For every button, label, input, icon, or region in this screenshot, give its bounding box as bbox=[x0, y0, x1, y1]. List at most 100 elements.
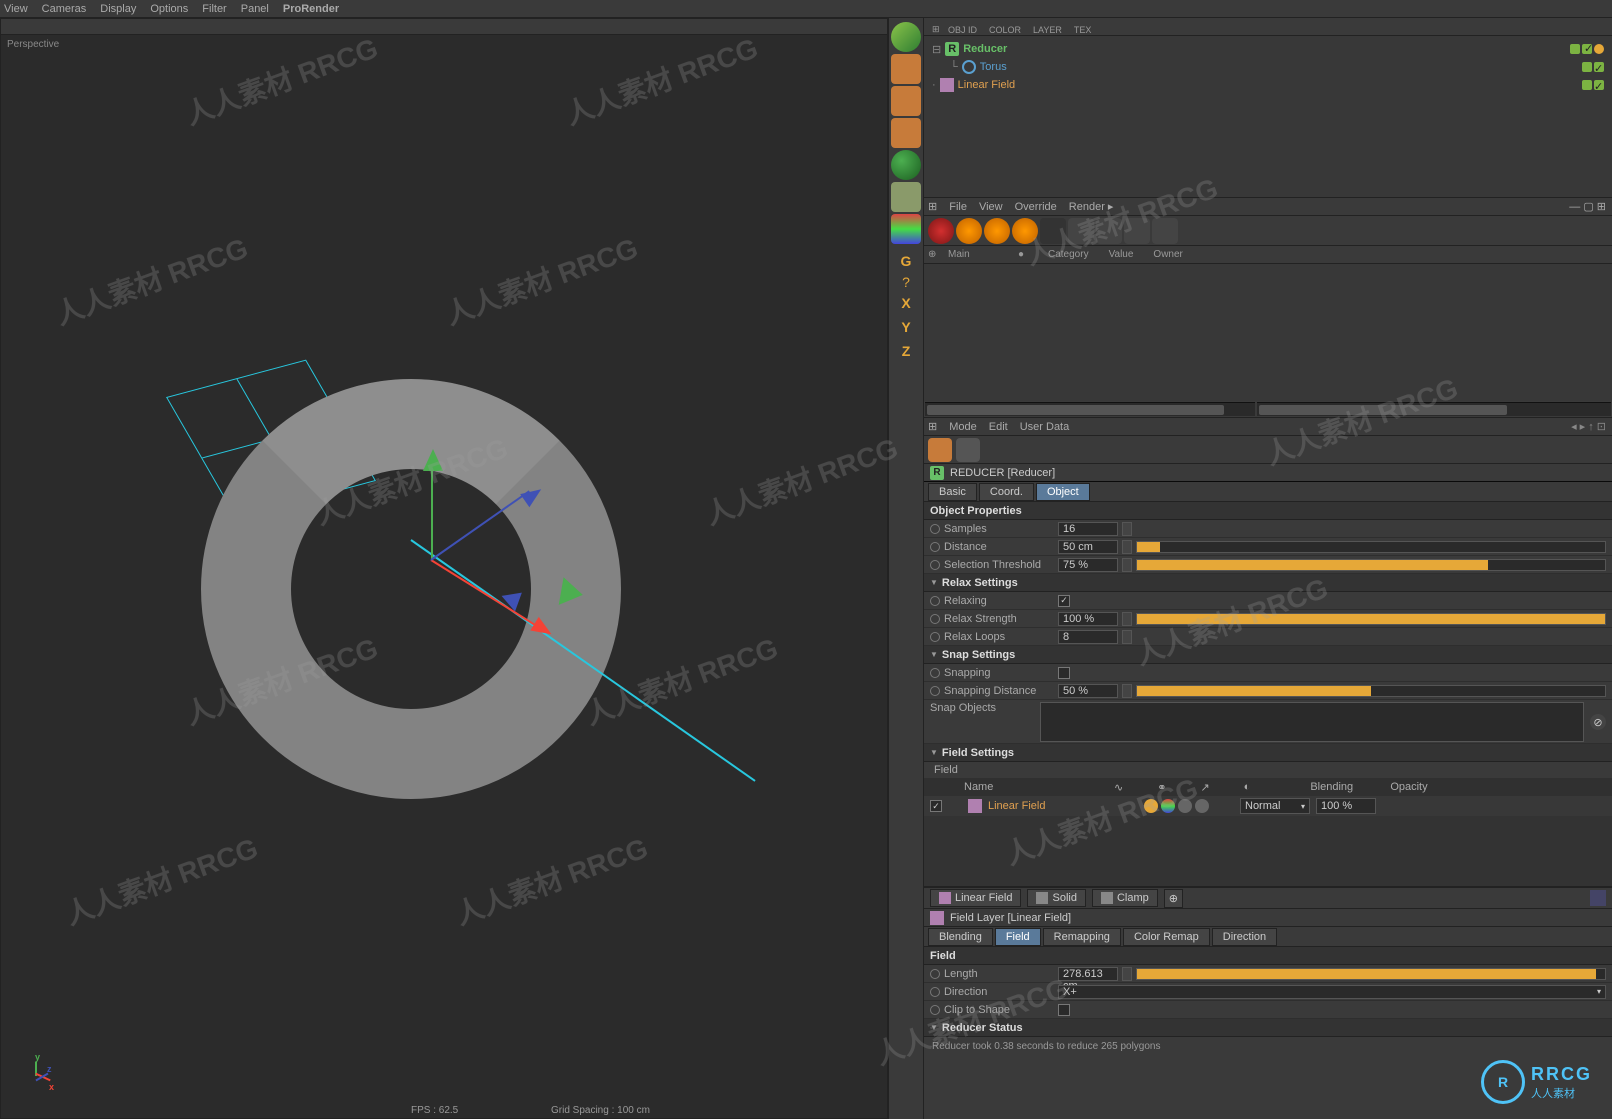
menu-override[interactable]: Override bbox=[1015, 201, 1057, 213]
anim-bullet[interactable] bbox=[930, 1005, 940, 1015]
section-relax[interactable]: Relax Settings bbox=[924, 574, 1612, 592]
menu-file[interactable]: File bbox=[949, 201, 967, 213]
relaxstrength-slider[interactable] bbox=[1136, 613, 1606, 625]
anim-bullet[interactable] bbox=[930, 614, 940, 624]
menu-panel[interactable]: Panel bbox=[241, 3, 269, 15]
anim-bullet[interactable] bbox=[930, 524, 940, 534]
take-clapper-icon[interactable] bbox=[1040, 218, 1066, 244]
take-new-icon[interactable] bbox=[928, 218, 954, 244]
tab-basic[interactable]: Basic bbox=[928, 483, 977, 501]
menu-view[interactable]: View bbox=[979, 201, 1003, 213]
attribute-toolbar[interactable] bbox=[924, 436, 1612, 464]
snap-objects-clear[interactable]: ⊘ bbox=[1590, 714, 1606, 730]
take-scroll-right[interactable] bbox=[1257, 402, 1611, 416]
distance-input[interactable]: 50 cm bbox=[1058, 540, 1118, 554]
field-table-empty[interactable] bbox=[924, 816, 1612, 886]
ftab-field[interactable]: Field bbox=[995, 928, 1041, 946]
tool-spline[interactable] bbox=[891, 86, 921, 116]
snap-objects-dropzone[interactable] bbox=[1040, 702, 1584, 742]
tool-generator[interactable] bbox=[891, 118, 921, 148]
distance-slider[interactable] bbox=[1136, 541, 1606, 553]
samples-input[interactable]: 16 bbox=[1058, 522, 1118, 536]
menu-options[interactable]: Options bbox=[150, 3, 188, 15]
anim-bullet[interactable] bbox=[930, 596, 940, 606]
gizmo-y-arrow[interactable] bbox=[423, 449, 443, 471]
take-btn-8[interactable] bbox=[1124, 218, 1150, 244]
anim-bullet[interactable] bbox=[930, 632, 940, 642]
take-scroll-left[interactable] bbox=[925, 402, 1255, 416]
snapdist-spinner[interactable] bbox=[1122, 684, 1132, 698]
take-btn-9[interactable] bbox=[1152, 218, 1178, 244]
anim-bullet[interactable] bbox=[930, 542, 940, 552]
field-layer-bar[interactable]: Linear Field Solid Clamp ⊕ bbox=[924, 887, 1612, 909]
selthresh-slider[interactable] bbox=[1136, 559, 1606, 571]
anim-bullet[interactable] bbox=[930, 969, 940, 979]
menu-edit[interactable]: Edit bbox=[989, 421, 1008, 433]
viewport-menubar[interactable] bbox=[1, 19, 887, 35]
blending-dropdown[interactable]: Normal▾ bbox=[1240, 798, 1310, 814]
torus-object[interactable] bbox=[201, 379, 621, 799]
attribute-tabs[interactable]: Basic Coord. Object bbox=[924, 482, 1612, 502]
menu-render[interactable]: Render ▸ bbox=[1069, 200, 1114, 213]
tree-row-torus[interactable]: └ Torus ✓ bbox=[932, 58, 1604, 76]
menu-mode[interactable]: Mode bbox=[949, 421, 977, 433]
relaxstrength-input[interactable]: 100 % bbox=[1058, 612, 1118, 626]
relaxloops-input[interactable]: 8 bbox=[1058, 630, 1118, 644]
tool-group-g[interactable]: G bbox=[891, 246, 921, 276]
snapdist-slider[interactable] bbox=[1136, 685, 1606, 697]
ftab-blending[interactable]: Blending bbox=[928, 928, 993, 946]
col-tex[interactable]: TEX bbox=[1070, 25, 1096, 35]
layerbtn-clamp[interactable]: Clamp bbox=[1092, 889, 1158, 907]
section-reducer-status[interactable]: Reducer Status bbox=[924, 1019, 1612, 1037]
snapping-checkbox[interactable] bbox=[1058, 667, 1070, 679]
attr-icon-1[interactable] bbox=[928, 438, 952, 462]
menu-view[interactable]: View bbox=[4, 3, 28, 15]
samples-spinner[interactable] bbox=[1122, 522, 1132, 536]
menu-userdata[interactable]: User Data bbox=[1020, 421, 1070, 433]
ftab-direction[interactable]: Direction bbox=[1212, 928, 1277, 946]
tool-axis-x[interactable]: X bbox=[891, 292, 921, 314]
take-body[interactable] bbox=[924, 264, 1612, 401]
mode-icon-1[interactable] bbox=[1144, 799, 1158, 813]
layerbtn-linear-field[interactable]: Linear Field bbox=[930, 889, 1021, 907]
take-btn-7[interactable] bbox=[1096, 218, 1122, 244]
anim-bullet[interactable] bbox=[930, 668, 940, 678]
layerbtn-add[interactable]: ⊕ bbox=[1164, 889, 1183, 908]
relaxloops-spinner[interactable] bbox=[1122, 630, 1132, 644]
opacity-input[interactable]: 100 % bbox=[1316, 798, 1376, 814]
selthresh-spinner[interactable] bbox=[1122, 558, 1132, 572]
tree-row-linear-field[interactable]: · Linear Field ✓ bbox=[932, 76, 1604, 94]
menu-prorender[interactable]: ProRender bbox=[283, 3, 339, 15]
take-manager-toolbar[interactable] bbox=[924, 216, 1612, 246]
take-btn-6[interactable] bbox=[1068, 218, 1094, 244]
section-snap[interactable]: Snap Settings bbox=[924, 646, 1612, 664]
tool-axis-y[interactable]: Y bbox=[891, 316, 921, 338]
object-tree[interactable]: ⊟ R Reducer ✓ └ Torus ✓ · Linear Field ✓ bbox=[924, 36, 1612, 197]
clip-to-shape-checkbox[interactable] bbox=[1058, 1004, 1070, 1016]
anim-bullet[interactable] bbox=[930, 560, 940, 570]
viewport-3d[interactable]: Perspective y z x FPS : 62.5 Grid S bbox=[0, 18, 888, 1119]
viewport-top-menubar[interactable]: View Cameras Display Options Filter Pane… bbox=[0, 0, 1612, 18]
direction-dropdown[interactable]: X+▾ bbox=[1058, 985, 1606, 999]
field-row-linear[interactable]: Linear Field Normal▾ 100 % bbox=[924, 796, 1612, 816]
mode-icon-4[interactable] bbox=[1195, 799, 1209, 813]
take-manager-menu[interactable]: ⊞ File View Override Render ▸ — ▢ ⊞ bbox=[924, 198, 1612, 216]
tab-coord[interactable]: Coord. bbox=[979, 483, 1034, 501]
tool-deformer[interactable] bbox=[891, 182, 921, 212]
anim-bullet[interactable] bbox=[930, 686, 940, 696]
layerbar-right-icon[interactable] bbox=[1590, 890, 1606, 906]
tool-live-selection[interactable] bbox=[891, 22, 921, 52]
menu-filter[interactable]: Filter bbox=[202, 3, 226, 15]
field-enable-checkbox[interactable] bbox=[930, 800, 942, 812]
tool-axis-z[interactable]: Z bbox=[891, 340, 921, 362]
take-cam-icon[interactable] bbox=[1012, 218, 1038, 244]
relaxing-checkbox[interactable] bbox=[1058, 595, 1070, 607]
col-objid[interactable]: OBJ ID bbox=[944, 25, 981, 35]
col-layer[interactable]: LAYER bbox=[1029, 25, 1066, 35]
layerbtn-solid[interactable]: Solid bbox=[1027, 889, 1085, 907]
take-lock-icon[interactable] bbox=[984, 218, 1010, 244]
selthresh-input[interactable]: 75 % bbox=[1058, 558, 1118, 572]
mode-icon-2[interactable] bbox=[1161, 799, 1175, 813]
menu-cameras[interactable]: Cameras bbox=[42, 3, 87, 15]
ftab-remapping[interactable]: Remapping bbox=[1043, 928, 1121, 946]
